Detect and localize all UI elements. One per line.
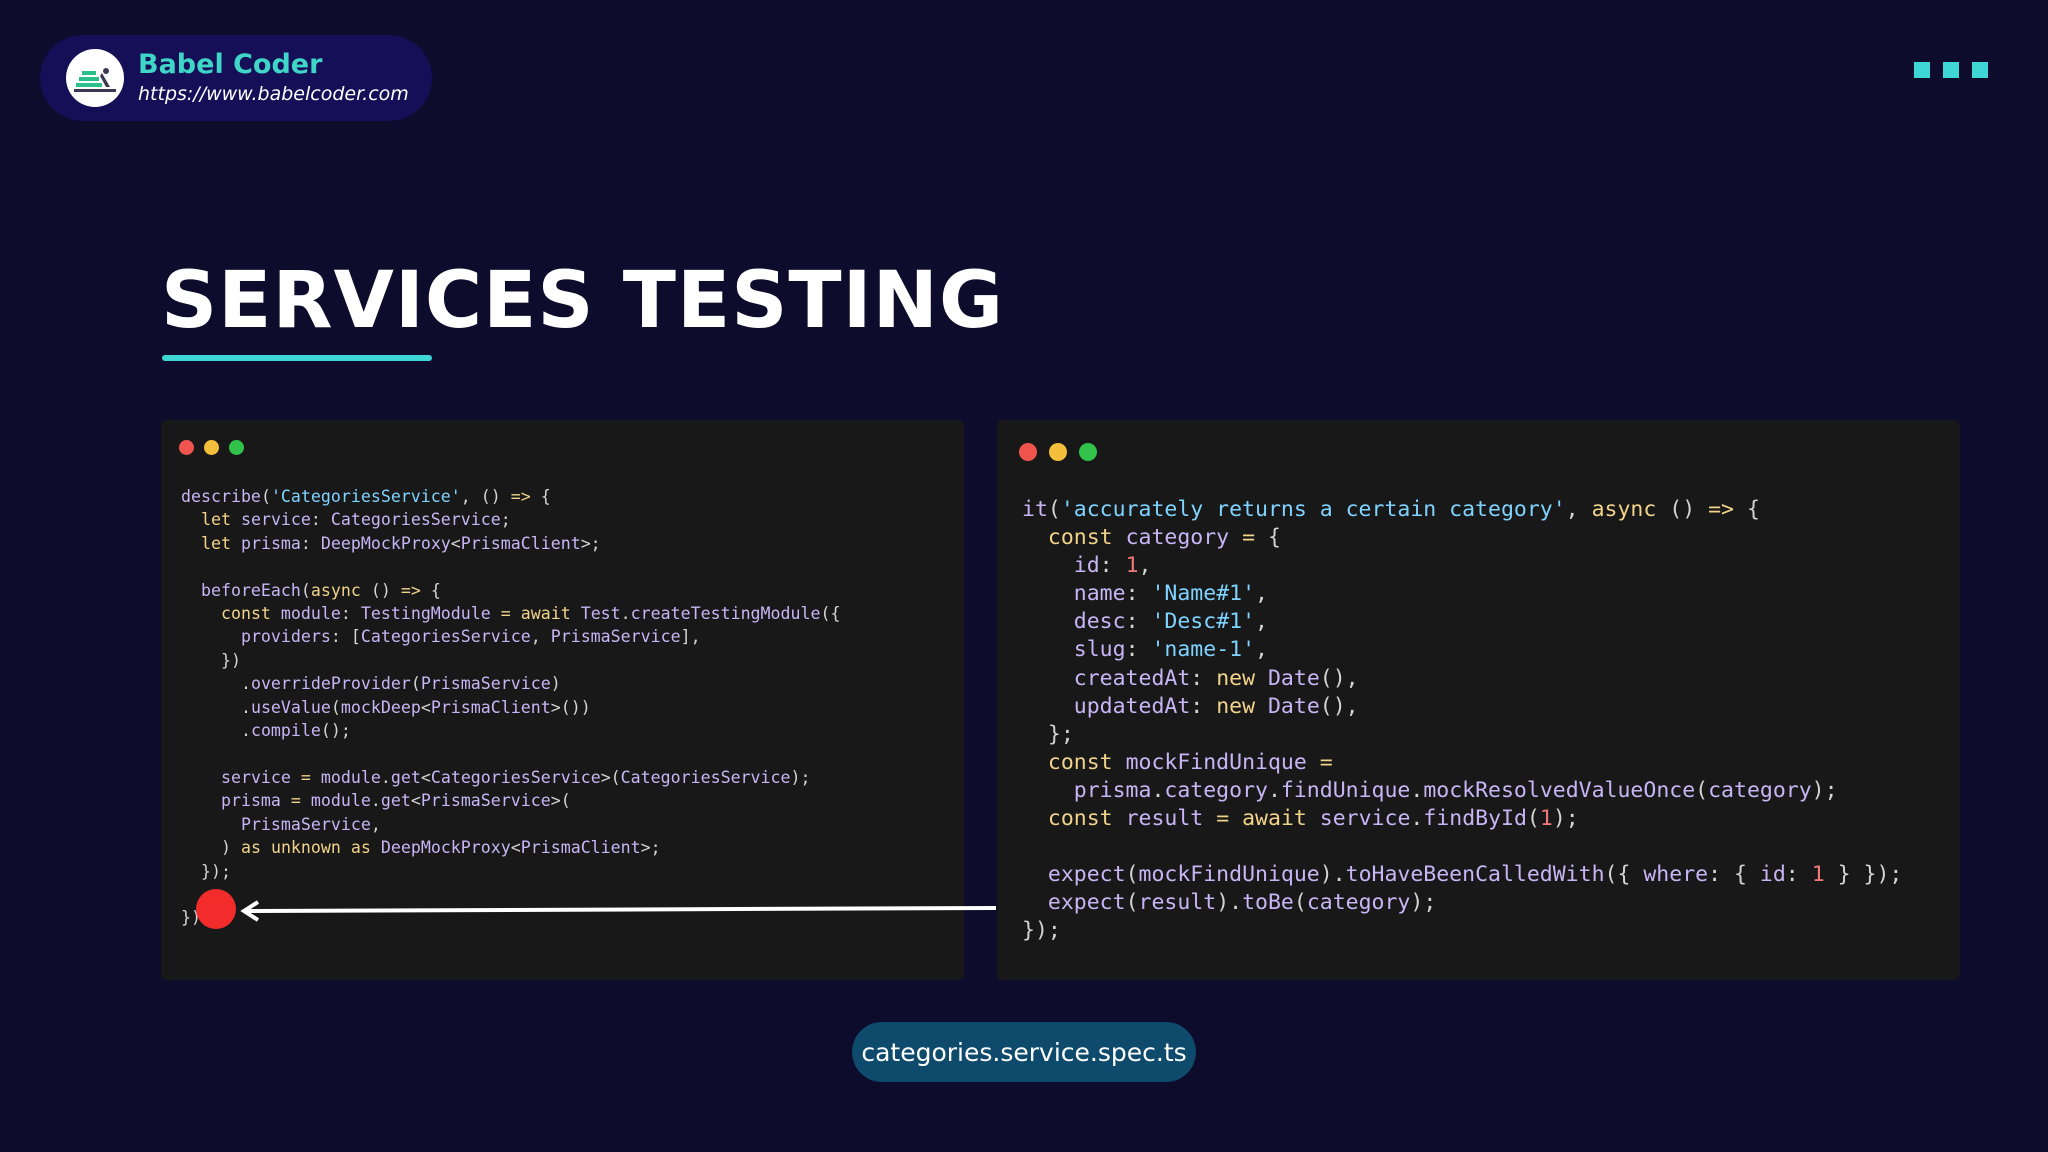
arrow-line bbox=[245, 906, 997, 913]
slide: Babel Coder https://www.babelcoder.com S… bbox=[0, 0, 2048, 1152]
filename-badge: categories.service.spec.ts bbox=[852, 1022, 1196, 1082]
insertion-marker bbox=[196, 889, 236, 929]
insert-arrow bbox=[196, 889, 997, 929]
